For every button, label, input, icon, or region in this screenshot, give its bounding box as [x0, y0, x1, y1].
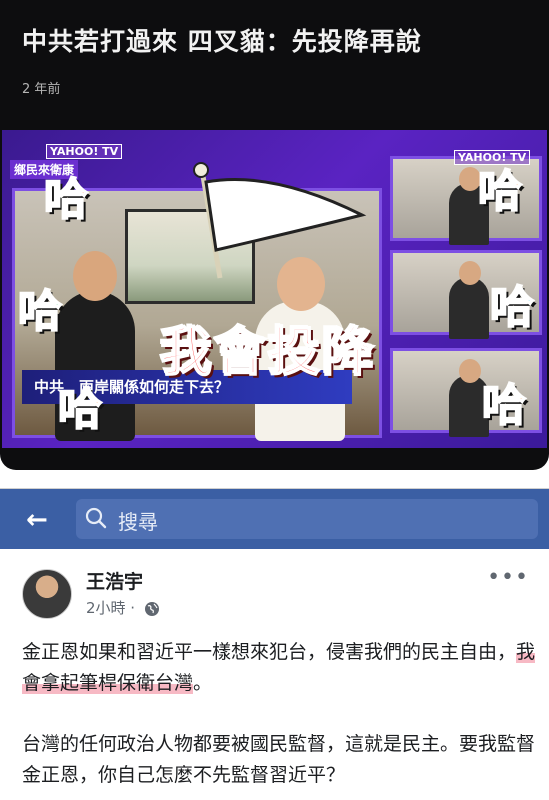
post-paragraph-1: 金正恩如果和習近平一樣想來犯台，侵害我們的民主自由，我會拿起筆桿保衛台灣。: [22, 641, 536, 694]
post-meta: 2小時 ·: [86, 597, 160, 618]
search-placeholder: 搜尋: [118, 510, 158, 534]
ha-sticker: 哈: [477, 165, 523, 218]
white-flag-icon: [193, 162, 367, 279]
post-author[interactable]: 王浩宇: [86, 567, 143, 594]
video-thumbnail[interactable]: YAHOO! TV YAHOO! TV 鄉民來衛康 中共 兩岸關係如何走下去？ …: [2, 130, 547, 448]
video-card[interactable]: 中共若打過來 四叉貓：先投降再說 2 年前 YAHOO! TV YAHOO! T…: [0, 0, 549, 470]
ha-sticker: 哈: [489, 281, 535, 334]
facebook-screenshot: ← 搜尋 王浩宇 2小時 · ••• 金正恩如果和習近平一樣想來犯台，侵害我們的…: [0, 488, 549, 800]
ha-sticker: 哈: [481, 379, 527, 432]
yahoo-logo: YAHOO! TV: [46, 144, 123, 159]
post-paragraph-2: 台灣的任何政治人物都要被國民監督，這就是民主。要我監督金正恩，你自己怎麼不先監督…: [22, 733, 536, 786]
thumbnail-caption: 我會投降: [159, 322, 377, 384]
search-input[interactable]: 搜尋: [76, 499, 538, 539]
video-title[interactable]: 中共若打過來 四叉貓：先投降再說: [22, 22, 422, 58]
post-time[interactable]: 2小時 ·: [86, 599, 135, 617]
post-header: 王浩宇 2小時 · •••: [0, 559, 549, 629]
video-age: 2 年前: [22, 82, 61, 97]
avatar[interactable]: [22, 569, 72, 619]
search-icon: [85, 507, 107, 529]
ha-sticker: 哈: [57, 383, 103, 436]
ha-sticker: 哈: [43, 173, 89, 226]
post-body: 金正恩如果和習近平一樣想來犯台，侵害我們的民主自由，我會拿起筆桿保衛台灣。 台灣…: [22, 637, 542, 800]
facebook-header: ← 搜尋: [0, 489, 549, 549]
ha-sticker: 哈: [17, 285, 63, 338]
globe-icon: [144, 601, 159, 616]
back-arrow-icon[interactable]: ←: [26, 505, 48, 535]
more-options-icon[interactable]: •••: [487, 565, 529, 590]
